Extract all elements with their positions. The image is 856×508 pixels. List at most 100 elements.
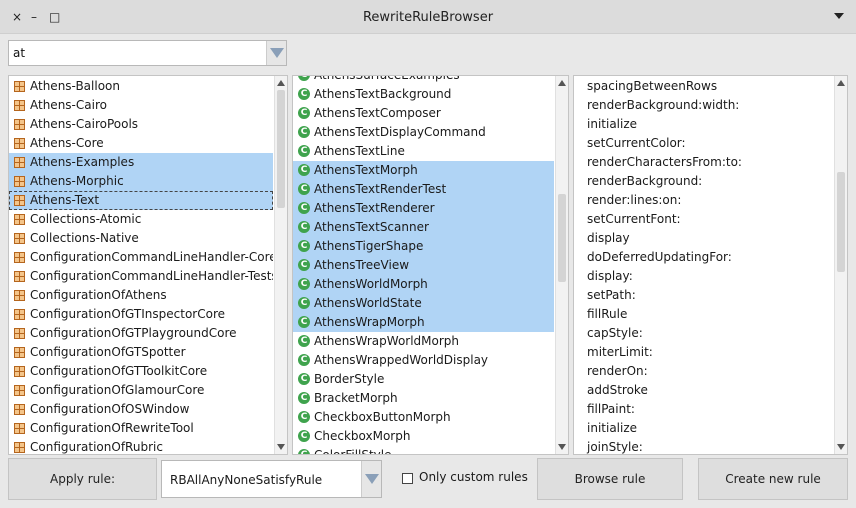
selector-item[interactable]: render:lines:on:: [574, 191, 833, 210]
rule-dropdown[interactable]: RBAllAnyNoneSatisfyRule: [161, 460, 382, 498]
scroll-down-icon[interactable]: [837, 444, 845, 450]
selector-item[interactable]: joinStyle:: [574, 438, 833, 454]
scroll-thumb[interactable]: [277, 90, 285, 208]
package-item-label: Athens-Morphic: [30, 174, 124, 188]
selector-item[interactable]: setCurrentColor:: [574, 134, 833, 153]
package-item[interactable]: ConfigurationOfGTPlaygroundCore: [9, 324, 273, 343]
selector-item[interactable]: initialize: [574, 419, 833, 438]
package-item[interactable]: ConfigurationOfGTToolkitCore: [9, 362, 273, 381]
create-new-rule-button[interactable]: Create new rule: [698, 458, 848, 500]
package-item[interactable]: ConfigurationCommandLineHandler-Core: [9, 248, 273, 267]
scroll-thumb[interactable]: [837, 172, 845, 272]
class-item[interactable]: C AthensTextMorph: [293, 161, 554, 180]
package-item[interactable]: Athens-Examples: [9, 153, 273, 172]
only-custom-rules-label[interactable]: Only custom rules: [419, 470, 528, 484]
selector-item[interactable]: miterLimit:: [574, 343, 833, 362]
selector-item[interactable]: capStyle:: [574, 324, 833, 343]
package-item[interactable]: Athens-CairoPools: [9, 115, 273, 134]
class-item[interactable]: C CheckboxButtonMorph: [293, 408, 554, 427]
selector-item[interactable]: renderOn:: [574, 362, 833, 381]
package-item[interactable]: ConfigurationCommandLineHandler-Tests: [9, 267, 273, 286]
window-menu-icon[interactable]: [834, 13, 844, 19]
class-item[interactable]: C AthensWrapWorldMorph: [293, 332, 554, 351]
package-item[interactable]: Athens-Core: [9, 134, 273, 153]
package-item[interactable]: ConfigurationOfRewriteTool: [9, 419, 273, 438]
selector-item-label: initialize: [587, 421, 638, 435]
class-item[interactable]: C AthensTigerShape: [293, 237, 554, 256]
selector-item[interactable]: renderBackground:: [574, 172, 833, 191]
package-item[interactable]: Collections-Native: [9, 229, 273, 248]
selector-item[interactable]: display:: [574, 267, 833, 286]
package-icon: [14, 138, 25, 149]
package-item[interactable]: Collections-Atomic: [9, 210, 273, 229]
package-item[interactable]: ConfigurationOfGlamourCore: [9, 381, 273, 400]
class-item[interactable]: C ColorFillStyle: [293, 446, 554, 454]
browse-rule-button[interactable]: Browse rule: [537, 458, 683, 500]
selector-item[interactable]: addStroke: [574, 381, 833, 400]
class-item[interactable]: C AthensTextComposer: [293, 104, 554, 123]
scroll-thumb[interactable]: [558, 194, 566, 282]
package-item-label: Collections-Atomic: [30, 212, 142, 226]
class-item[interactable]: C AthensTextRenderTest: [293, 180, 554, 199]
package-item[interactable]: ConfigurationOfRubric: [9, 438, 273, 454]
class-item[interactable]: C AthensTextRenderer: [293, 199, 554, 218]
class-item[interactable]: C BorderStyle: [293, 370, 554, 389]
package-item[interactable]: Athens-Text: [9, 191, 273, 210]
apply-rule-button[interactable]: Apply rule:: [8, 458, 157, 500]
package-icon: [14, 119, 25, 130]
class-item-label: AthensWorldMorph: [314, 277, 428, 291]
class-item[interactable]: C AthensSurfaceExamples: [293, 76, 554, 85]
package-item[interactable]: ConfigurationOfAthens: [9, 286, 273, 305]
selector-item[interactable]: spacingBetweenRows: [574, 77, 833, 96]
class-item[interactable]: C CheckboxMorph: [293, 427, 554, 446]
package-icon: [14, 195, 25, 206]
package-item[interactable]: ConfigurationOfGTSpotter: [9, 343, 273, 362]
class-item[interactable]: C AthensTextDisplayCommand: [293, 123, 554, 142]
selector-item[interactable]: setPath:: [574, 286, 833, 305]
package-item-label: ConfigurationOfAthens: [30, 288, 167, 302]
selector-item[interactable]: display: [574, 229, 833, 248]
class-item[interactable]: C AthensWorldState: [293, 294, 554, 313]
class-item[interactable]: C AthensWrapMorph: [293, 313, 554, 332]
scroll-up-icon[interactable]: [558, 80, 566, 86]
class-list-scrollbar[interactable]: [555, 76, 568, 454]
selector-item[interactable]: initialize: [574, 115, 833, 134]
package-icon: [14, 81, 25, 92]
selector-list-scrollbar[interactable]: [834, 76, 847, 454]
class-item[interactable]: C AthensTextLine: [293, 142, 554, 161]
package-item[interactable]: ConfigurationOfOSWindow: [9, 400, 273, 419]
class-item[interactable]: C AthensTreeView: [293, 256, 554, 275]
class-item[interactable]: C BracketMorph: [293, 389, 554, 408]
class-item[interactable]: C AthensTextScanner: [293, 218, 554, 237]
scroll-down-icon[interactable]: [558, 444, 566, 450]
window-title: RewriteRuleBrowser: [362, 10, 494, 25]
class-item[interactable]: C AthensWorldMorph: [293, 275, 554, 294]
selector-item[interactable]: fillPaint:: [574, 400, 833, 419]
package-icon: [14, 366, 25, 377]
class-item[interactable]: C AthensTextBackground: [293, 85, 554, 104]
scroll-down-icon[interactable]: [277, 444, 285, 450]
class-item-label: CheckboxMorph: [314, 429, 411, 443]
selector-item[interactable]: fillRule: [574, 305, 833, 324]
filter-dropdown-icon[interactable]: [266, 41, 286, 65]
package-filter-input[interactable]: [13, 41, 263, 65]
package-item[interactable]: Athens-Morphic: [9, 172, 273, 191]
package-item[interactable]: ConfigurationOfGTInspectorCore: [9, 305, 273, 324]
selector-item[interactable]: renderCharactersFrom:to:: [574, 153, 833, 172]
class-icon: C: [298, 221, 310, 233]
package-list-scrollbar[interactable]: [274, 76, 287, 454]
selector-item[interactable]: renderBackground:width:: [574, 96, 833, 115]
selector-item[interactable]: doDeferredUpdatingFor:: [574, 248, 833, 267]
selector-item[interactable]: setCurrentFont:: [574, 210, 833, 229]
scroll-up-icon[interactable]: [837, 80, 845, 86]
class-item[interactable]: C AthensWrappedWorldDisplay: [293, 351, 554, 370]
package-item-label: Athens-Text: [30, 193, 100, 207]
chevron-down-icon[interactable]: [361, 461, 381, 497]
package-item[interactable]: Athens-Cairo: [9, 96, 273, 115]
package-item[interactable]: Athens-Balloon: [9, 77, 273, 96]
scroll-up-icon[interactable]: [277, 80, 285, 86]
package-filter[interactable]: [8, 40, 287, 66]
package-icon: [14, 309, 25, 320]
package-icon: [14, 233, 25, 244]
only-custom-rules-checkbox[interactable]: [402, 473, 413, 484]
